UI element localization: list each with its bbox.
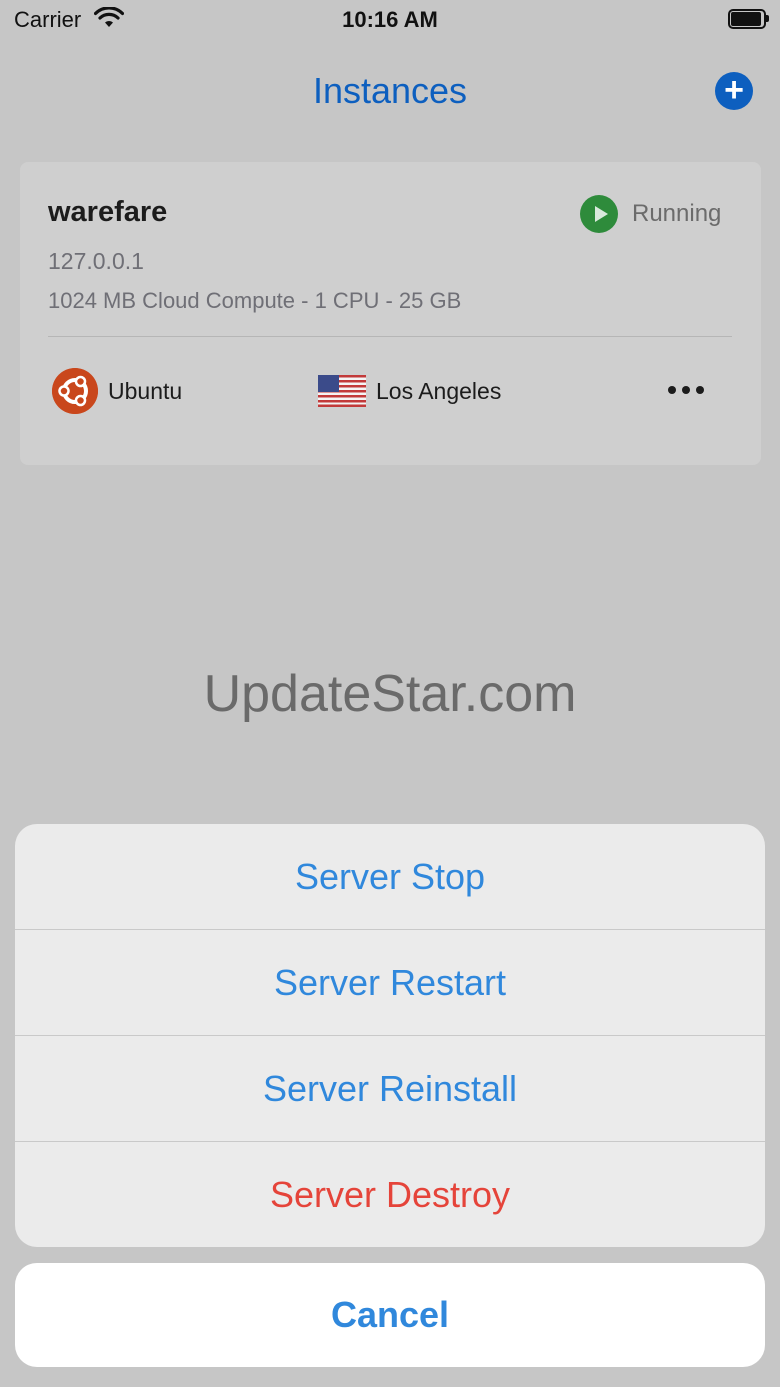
instance-ip: 127.0.0.1 bbox=[48, 248, 144, 274]
battery-icon bbox=[728, 9, 769, 29]
card-divider bbox=[48, 336, 732, 337]
os-label: Ubuntu bbox=[108, 378, 183, 404]
instance-name: warefare bbox=[48, 196, 168, 228]
cancel-button[interactable]: Cancel bbox=[15, 1263, 765, 1367]
server-stop-button[interactable]: Server Stop bbox=[15, 824, 765, 930]
location-label: Los Angeles bbox=[376, 378, 502, 404]
status-label: Running bbox=[632, 200, 722, 227]
status-bar: Carrier 10:16 AM bbox=[0, 0, 780, 40]
ubuntu-icon bbox=[52, 368, 98, 414]
instance-specs: 1024 MB Cloud Compute - 1 CPU - 25 GB bbox=[48, 288, 462, 313]
more-options-icon[interactable] bbox=[668, 380, 704, 400]
add-instance-button[interactable]: + bbox=[715, 72, 753, 110]
action-sheet: Server Stop Server Restart Server Reinst… bbox=[15, 824, 765, 1247]
watermark: UpdateStar.com bbox=[203, 665, 577, 723]
status-time: 10:16 AM bbox=[342, 7, 438, 32]
instance-card[interactable]: warefare Running 127.0.0.1 1024 MB Cloud… bbox=[20, 162, 761, 465]
us-flag-icon bbox=[318, 375, 366, 407]
server-reinstall-button[interactable]: Server Reinstall bbox=[15, 1036, 765, 1142]
instance-status: Running bbox=[580, 195, 721, 233]
plus-icon: + bbox=[724, 71, 744, 109]
play-icon bbox=[580, 195, 618, 233]
server-destroy-button[interactable]: Server Destroy bbox=[15, 1142, 765, 1247]
server-restart-button[interactable]: Server Restart bbox=[15, 930, 765, 1036]
page-title: Instances bbox=[312, 70, 468, 111]
